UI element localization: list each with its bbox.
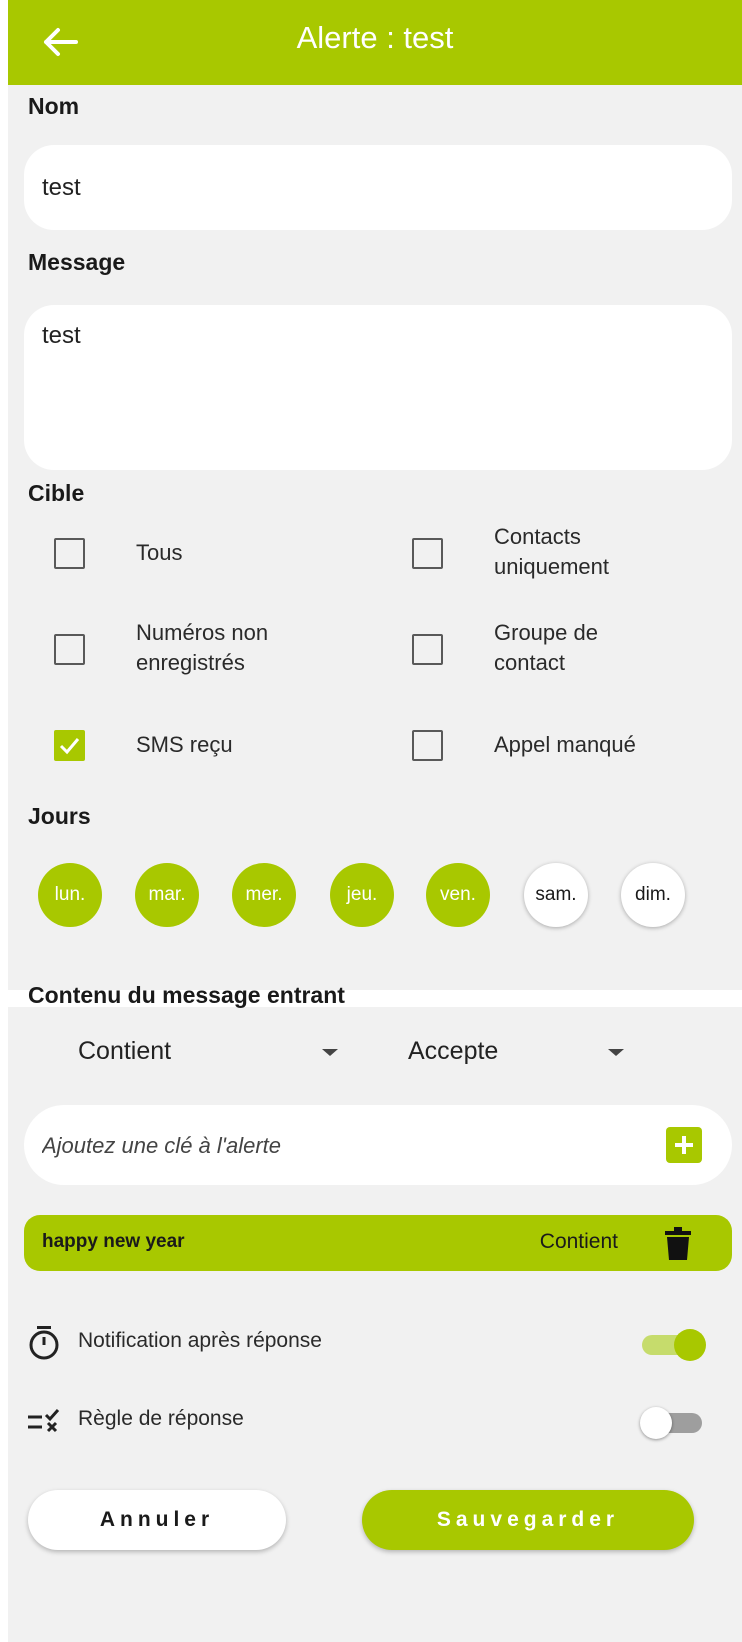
day-tuesday[interactable]: mar. (135, 863, 199, 927)
target-option-label: Appel manqué (494, 732, 636, 757)
dropdown-value: Accepte (408, 1037, 499, 1065)
match-mode-dropdown[interactable]: Contient (78, 1027, 338, 1077)
checkmark-icon (59, 738, 80, 755)
page-title: Alerte : test (296, 20, 454, 55)
trash-icon (665, 1227, 691, 1260)
incoming-content-label: Contenu du message entrant (28, 982, 345, 1008)
name-input[interactable] (24, 145, 732, 230)
app-header: Alerte : test (8, 0, 742, 85)
dropdown-value: Contient (78, 1037, 172, 1065)
key-input[interactable] (40, 1105, 624, 1187)
target-option-label: Groupe de contact (494, 620, 598, 675)
rule-icon (28, 1409, 60, 1433)
checkbox[interactable] (412, 538, 443, 569)
reply-rule-label: Règle de réponse (78, 1407, 244, 1430)
keyword-text: happy new year (42, 1231, 185, 1252)
notification-after-reply-row: Notification après réponse (26, 1317, 732, 1367)
checkbox[interactable] (412, 730, 443, 761)
notification-after-reply-label: Notification après réponse (78, 1329, 322, 1352)
day-monday[interactable]: lun. (38, 863, 102, 927)
keyword-mode: Contient (539, 1230, 618, 1253)
target-option-label: Numéros non enregistrés (136, 620, 269, 675)
target-label: Cible (28, 480, 85, 506)
day-friday[interactable]: ven. (426, 863, 490, 927)
delete-keyword-button[interactable] (664, 1227, 692, 1261)
action-dropdown[interactable]: Accepte (408, 1027, 624, 1077)
target-option-label: Contacts uniquement (494, 524, 609, 579)
switch-thumb (674, 1329, 706, 1361)
checkbox[interactable] (412, 634, 443, 665)
caret-down-icon (608, 1049, 624, 1056)
add-key-button[interactable] (666, 1127, 702, 1163)
day-wednesday[interactable]: mer. (232, 863, 296, 927)
timer-icon (29, 1326, 59, 1360)
reply-rule-row: Règle de réponse (26, 1395, 732, 1445)
alert-settings-panel: Nom Message test Cible Tous Contacts uni… (8, 85, 742, 990)
caret-down-icon (322, 1049, 338, 1056)
target-option-label: Tous (136, 540, 183, 565)
alert-edit-screen: Alerte : test Nom Message test Cible Tou… (0, 0, 742, 1642)
message-label: Message (28, 249, 126, 275)
days-label: Jours (28, 803, 91, 829)
checkbox-checked[interactable] (54, 730, 85, 761)
switch-thumb (640, 1407, 672, 1439)
key-input-row (24, 1105, 732, 1187)
checkbox[interactable] (54, 538, 85, 569)
reply-rule-toggle[interactable] (640, 1405, 706, 1439)
checkbox[interactable] (54, 634, 85, 665)
target-option-label: SMS reçu (136, 732, 233, 757)
plus-icon (675, 1136, 693, 1154)
day-thursday[interactable]: jeu. (330, 863, 394, 927)
day-sunday[interactable]: dim. (621, 863, 685, 927)
notification-after-reply-toggle[interactable] (640, 1327, 706, 1361)
name-label: Nom (28, 93, 80, 119)
day-saturday[interactable]: sam. (524, 863, 588, 927)
save-button[interactable]: Sauvegarder (362, 1490, 694, 1550)
keyword-chip: happy new year Contient (24, 1215, 732, 1271)
cancel-button[interactable]: Annuler (28, 1490, 286, 1550)
message-input[interactable]: test (24, 305, 732, 470)
